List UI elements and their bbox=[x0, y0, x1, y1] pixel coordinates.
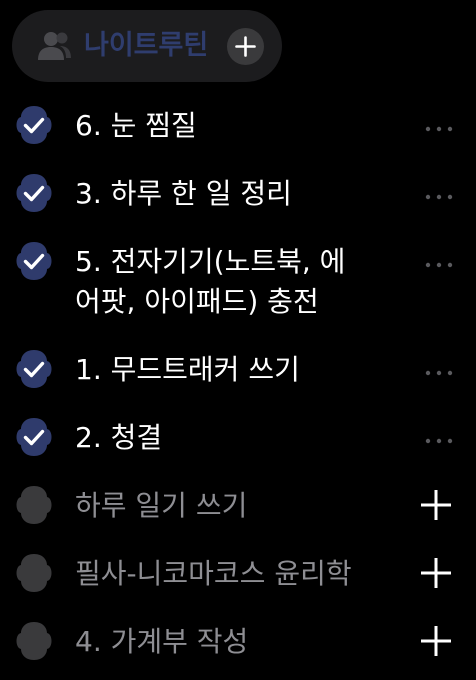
task-label: 필사-니코마코스 윤리학 bbox=[75, 557, 352, 590]
task-label: 2. 청결 bbox=[75, 421, 163, 454]
task-row[interactable]: 3. 하루 한 일 정리 bbox=[0, 164, 476, 232]
checked-badge-icon[interactable] bbox=[13, 348, 55, 390]
task-row[interactable]: 필사-니코마코스 윤리학 bbox=[0, 544, 476, 612]
checked-badge-icon[interactable] bbox=[13, 240, 55, 282]
unchecked-badge-icon[interactable] bbox=[13, 620, 55, 662]
routine-chip[interactable]: 나이트루틴 bbox=[12, 10, 282, 82]
add-task-plus-icon[interactable] bbox=[419, 556, 453, 590]
unchecked-badge-icon[interactable] bbox=[13, 484, 55, 526]
task-label: 5. 전자기기(노트북, 에 어팟, 아이패드) 충전 bbox=[75, 245, 346, 318]
add-task-plus-icon[interactable] bbox=[419, 624, 453, 658]
unchecked-badge-icon[interactable] bbox=[13, 552, 55, 594]
people-icon bbox=[36, 30, 74, 62]
checked-badge-icon[interactable] bbox=[13, 416, 55, 458]
task-row[interactable]: 하루 일기 쓰기 bbox=[0, 476, 476, 544]
plus-icon bbox=[235, 36, 256, 57]
checked-badge-icon[interactable] bbox=[13, 172, 55, 214]
task-label: 4. 가계부 작성 bbox=[75, 625, 249, 658]
more-options-icon[interactable] bbox=[424, 364, 454, 376]
task-list: 6. 눈 찜질 3. 하루 한 일 정리 5. 전자기기(노트북, 에 어팟, 아이… bbox=[0, 96, 476, 680]
task-row[interactable]: 2. 청결 bbox=[0, 408, 476, 476]
routine-title: 나이트루틴 bbox=[84, 30, 209, 61]
more-options-icon[interactable] bbox=[424, 432, 454, 444]
task-label: 3. 하루 한 일 정리 bbox=[75, 177, 292, 210]
more-options-icon[interactable] bbox=[424, 120, 454, 132]
checked-badge-icon[interactable] bbox=[13, 104, 55, 146]
task-row[interactable]: 4. 가계부 작성 bbox=[0, 612, 476, 680]
more-options-icon[interactable] bbox=[424, 188, 454, 200]
add-task-plus-icon[interactable] bbox=[419, 488, 453, 522]
task-row[interactable]: 5. 전자기기(노트북, 에 어팟, 아이패드) 충전 bbox=[0, 232, 476, 340]
task-row[interactable]: 1. 무드트래커 쓰기 bbox=[0, 340, 476, 408]
task-label: 6. 눈 찜질 bbox=[75, 109, 197, 142]
task-row[interactable]: 6. 눈 찜질 bbox=[0, 96, 476, 164]
task-label: 하루 일기 쓰기 bbox=[75, 489, 248, 522]
add-routine-button[interactable] bbox=[227, 28, 264, 65]
task-label: 1. 무드트래커 쓰기 bbox=[75, 353, 300, 386]
more-options-icon[interactable] bbox=[424, 256, 454, 268]
